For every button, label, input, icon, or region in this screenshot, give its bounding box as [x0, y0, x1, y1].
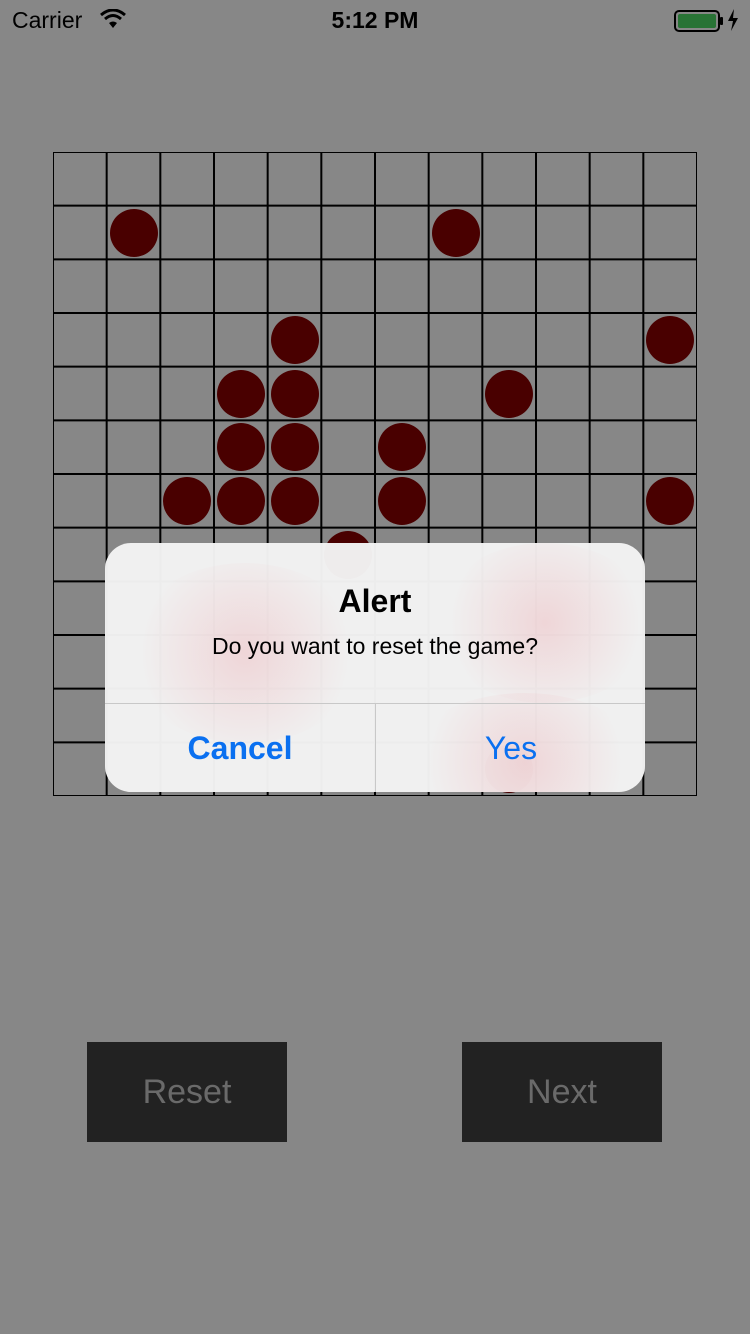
alert-dialog: Alert Do you want to reset the game? Can… — [105, 543, 645, 792]
yes-button[interactable]: Yes — [376, 704, 645, 792]
alert-title: Alert — [338, 583, 412, 619]
cancel-button[interactable]: Cancel — [105, 704, 375, 792]
alert-message: Do you want to reset the game? — [211, 633, 539, 659]
